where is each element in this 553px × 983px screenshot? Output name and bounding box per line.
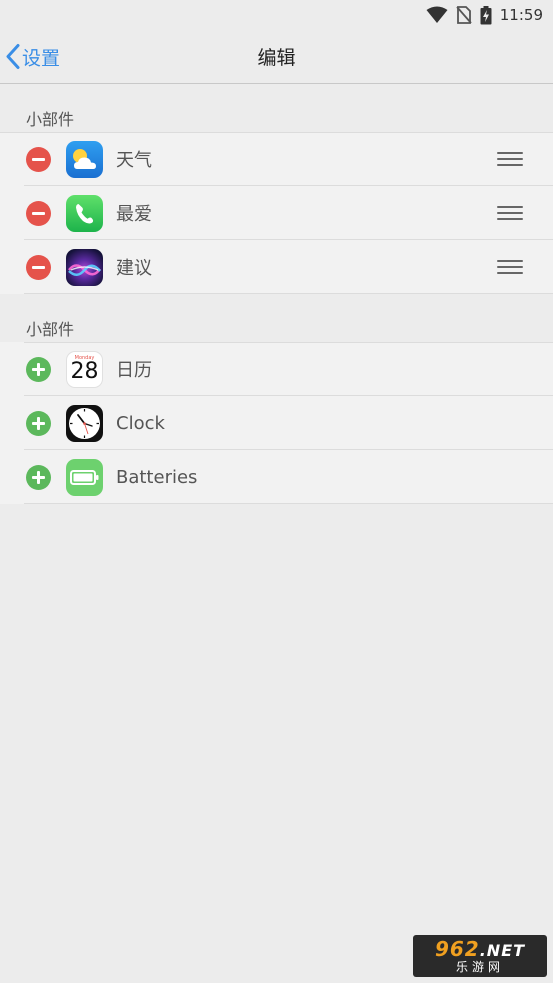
list-item-batteries: Batteries [0, 450, 553, 504]
available-widgets-list: Monday 28 日历 Clock Batteries [0, 342, 553, 504]
calendar-day: 28 [70, 358, 99, 384]
clock-icon [66, 404, 103, 442]
active-widgets-list: 天气 最爱 建议 [0, 132, 553, 294]
add-button-batteries[interactable] [26, 464, 51, 490]
remove-button-favorites[interactable] [26, 200, 51, 226]
item-label: Clock [116, 412, 165, 434]
list-item-suggestions: 建议 [0, 240, 553, 294]
no-sim-icon [456, 6, 472, 24]
list-item-weather: 天气 [0, 132, 553, 186]
minus-icon [32, 157, 45, 161]
add-button-clock[interactable] [26, 410, 51, 436]
back-label: 设置 [22, 47, 61, 69]
drag-handle-icon[interactable] [497, 260, 523, 274]
item-label: 最爱 [116, 204, 152, 225]
phone-icon [66, 194, 103, 232]
minus-icon [32, 211, 45, 215]
watermark-text: 乐游网 [455, 960, 504, 974]
status-bar: 11:59 [0, 0, 553, 30]
drag-handle-icon[interactable] [497, 152, 523, 166]
wifi-icon [426, 6, 448, 23]
remove-button-weather[interactable] [26, 146, 51, 172]
chevron-left-icon [6, 44, 20, 69]
back-button[interactable]: 设置 [6, 43, 60, 70]
siri-icon [66, 248, 103, 286]
item-label: 日历 [116, 360, 152, 381]
battery-icon [66, 458, 103, 496]
remove-button-suggestions[interactable] [26, 254, 51, 280]
list-item-clock: Clock [0, 396, 553, 450]
watermark-number: 962 [434, 937, 480, 961]
page-title: 编辑 [257, 47, 296, 69]
minus-icon [32, 265, 45, 269]
list-item-favorites: 最爱 [0, 186, 553, 240]
section-header-available: 小部件 [26, 320, 75, 339]
watermark-logo: 962.NET 乐游网 [413, 935, 547, 977]
item-label: 建议 [116, 258, 152, 279]
item-label: 天气 [116, 150, 152, 171]
add-button-calendar[interactable] [26, 356, 51, 382]
battery-charging-icon [480, 5, 492, 24]
drag-handle-icon[interactable] [497, 206, 523, 220]
weather-icon [66, 140, 103, 178]
calendar-icon: Monday 28 [66, 350, 103, 388]
nav-bar: 设置 编辑 [0, 30, 553, 84]
item-label: Batteries [116, 466, 198, 488]
status-time: 11:59 [499, 6, 543, 24]
watermark-net: .NET [479, 941, 526, 960]
section-header-active: 小部件 [26, 110, 75, 129]
list-item-calendar: Monday 28 日历 [0, 342, 553, 396]
